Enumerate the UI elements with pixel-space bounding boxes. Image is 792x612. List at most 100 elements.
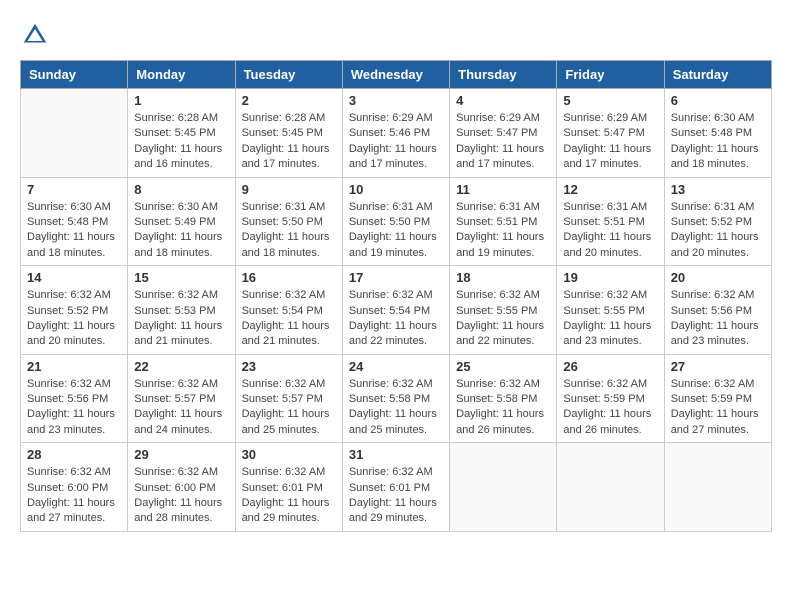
calendar-cell: 12 Sunrise: 6:31 AMSunset: 5:51 PMDayligh… (557, 177, 664, 266)
calendar-cell: 31 Sunrise: 6:32 AMSunset: 6:01 PMDayligh… (342, 443, 449, 532)
calendar-header-thursday: Thursday (450, 61, 557, 89)
calendar-cell: 27Sunrise: 6:32 AMSunset: 5:59 PMDayligh… (664, 354, 771, 443)
day-number: 25 (456, 359, 550, 374)
day-number: 20 (671, 270, 765, 285)
day-number: 4 (456, 93, 550, 108)
calendar-header-monday: Monday (128, 61, 235, 89)
calendar-cell (664, 443, 771, 532)
calendar-cell: 23 Sunrise: 6:32 AMSunset: 5:57 PMDayligh… (235, 354, 342, 443)
day-info: Sunrise: 6:29 AMSunset: 5:47 PMDaylight:… (456, 111, 550, 173)
day-info: Sunrise: 6:32 AMSunset: 6:01 PMDaylight:… (242, 465, 336, 527)
day-number: 11 (456, 182, 550, 197)
day-info: Sunrise: 6:30 AMSunset: 5:48 PMDaylight:… (671, 111, 765, 173)
day-info: Sunrise: 6:31 AMSunset: 5:52 PMDaylight:… (671, 200, 765, 262)
day-number: 5 (563, 93, 657, 108)
day-number: 1 (134, 93, 228, 108)
day-info: Sunrise: 6:32 AMSunset: 5:56 PMDaylight:… (27, 377, 121, 439)
day-info: Sunrise: 6:31 AMSunset: 5:50 PMDaylight:… (349, 200, 443, 262)
day-info: Sunrise: 6:32 AMSunset: 5:57 PMDaylight:… (242, 377, 336, 439)
day-info: Sunrise: 6:32 AMSunset: 5:54 PMDaylight:… (242, 288, 336, 350)
calendar-cell: 20Sunrise: 6:32 AMSunset: 5:56 PMDayligh… (664, 266, 771, 355)
day-number: 8 (134, 182, 228, 197)
calendar-cell: 25 Sunrise: 6:32 AMSunset: 5:58 PMDayligh… (450, 354, 557, 443)
day-info: Sunrise: 6:32 AMSunset: 6:01 PMDaylight:… (349, 465, 443, 527)
day-info: Sunrise: 6:31 AMSunset: 5:51 PMDaylight:… (563, 200, 657, 262)
day-number: 2 (242, 93, 336, 108)
calendar-cell: 30 Sunrise: 6:32 AMSunset: 6:01 PMDayligh… (235, 443, 342, 532)
calendar-cell: 15Sunrise: 6:32 AMSunset: 5:53 PMDayligh… (128, 266, 235, 355)
calendar-cell: 22Sunrise: 6:32 AMSunset: 5:57 PMDayligh… (128, 354, 235, 443)
calendar-cell: 3 Sunrise: 6:29 AMSunset: 5:46 PMDaylight… (342, 89, 449, 178)
day-number: 26 (563, 359, 657, 374)
day-number: 12 (563, 182, 657, 197)
calendar-cell: 29 Sunrise: 6:32 AMSunset: 6:00 PMDayligh… (128, 443, 235, 532)
calendar-cell: 4 Sunrise: 6:29 AMSunset: 5:47 PMDaylight… (450, 89, 557, 178)
day-number: 7 (27, 182, 121, 197)
calendar-cell: 19 Sunrise: 6:32 AMSunset: 5:55 PMDayligh… (557, 266, 664, 355)
calendar-cell (557, 443, 664, 532)
calendar-cell: 13 Sunrise: 6:31 AMSunset: 5:52 PMDayligh… (664, 177, 771, 266)
day-info: Sunrise: 6:31 AMSunset: 5:51 PMDaylight:… (456, 200, 550, 262)
calendar-cell: 11 Sunrise: 6:31 AMSunset: 5:51 PMDayligh… (450, 177, 557, 266)
calendar-header-row: SundayMondayTuesdayWednesdayThursdayFrid… (21, 61, 772, 89)
day-info: Sunrise: 6:32 AMSunset: 5:54 PMDaylight:… (349, 288, 443, 350)
calendar-week-row-0: 1Sunrise: 6:28 AMSunset: 5:45 PMDaylight… (21, 89, 772, 178)
calendar-header-tuesday: Tuesday (235, 61, 342, 89)
calendar-cell: 18 Sunrise: 6:32 AMSunset: 5:55 PMDayligh… (450, 266, 557, 355)
calendar-cell: 16 Sunrise: 6:32 AMSunset: 5:54 PMDayligh… (235, 266, 342, 355)
day-number: 31 (349, 447, 443, 462)
day-number: 13 (671, 182, 765, 197)
calendar-header-sunday: Sunday (21, 61, 128, 89)
calendar-cell: 21 Sunrise: 6:32 AMSunset: 5:56 PMDayligh… (21, 354, 128, 443)
calendar-cell (450, 443, 557, 532)
day-info: Sunrise: 6:32 AMSunset: 5:55 PMDaylight:… (456, 288, 550, 350)
calendar-cell (21, 89, 128, 178)
day-info: Sunrise: 6:32 AMSunset: 5:59 PMDaylight:… (671, 377, 765, 439)
day-number: 6 (671, 93, 765, 108)
calendar-cell: 24Sunrise: 6:32 AMSunset: 5:58 PMDayligh… (342, 354, 449, 443)
day-number: 21 (27, 359, 121, 374)
day-info: Sunrise: 6:32 AMSunset: 5:59 PMDaylight:… (563, 377, 657, 439)
day-number: 9 (242, 182, 336, 197)
day-info: Sunrise: 6:29 AMSunset: 5:46 PMDaylight:… (349, 111, 443, 173)
day-number: 10 (349, 182, 443, 197)
day-info: Sunrise: 6:32 AMSunset: 5:58 PMDaylight:… (456, 377, 550, 439)
day-info: Sunrise: 6:32 AMSunset: 5:57 PMDaylight:… (134, 377, 228, 439)
day-number: 29 (134, 447, 228, 462)
calendar-cell: 26 Sunrise: 6:32 AMSunset: 5:59 PMDayligh… (557, 354, 664, 443)
calendar-cell: 8 Sunrise: 6:30 AMSunset: 5:49 PMDaylight… (128, 177, 235, 266)
calendar-week-row-4: 28 Sunrise: 6:32 AMSunset: 6:00 PMDayligh… (21, 443, 772, 532)
day-number: 30 (242, 447, 336, 462)
day-info: Sunrise: 6:32 AMSunset: 6:00 PMDaylight:… (27, 465, 121, 527)
day-info: Sunrise: 6:32 AMSunset: 5:52 PMDaylight:… (27, 288, 121, 350)
calendar-cell: 9Sunrise: 6:31 AMSunset: 5:50 PMDaylight… (235, 177, 342, 266)
day-info: Sunrise: 6:32 AMSunset: 5:55 PMDaylight:… (563, 288, 657, 350)
day-info: Sunrise: 6:30 AMSunset: 5:49 PMDaylight:… (134, 200, 228, 262)
calendar-cell: 17Sunrise: 6:32 AMSunset: 5:54 PMDayligh… (342, 266, 449, 355)
calendar-cell: 5 Sunrise: 6:29 AMSunset: 5:47 PMDaylight… (557, 89, 664, 178)
day-number: 3 (349, 93, 443, 108)
day-number: 14 (27, 270, 121, 285)
calendar-header-friday: Friday (557, 61, 664, 89)
day-number: 18 (456, 270, 550, 285)
day-number: 28 (27, 447, 121, 462)
day-info: Sunrise: 6:30 AMSunset: 5:48 PMDaylight:… (27, 200, 121, 262)
logo (20, 20, 54, 50)
day-info: Sunrise: 6:32 AMSunset: 6:00 PMDaylight:… (134, 465, 228, 527)
calendar-cell: 1Sunrise: 6:28 AMSunset: 5:45 PMDaylight… (128, 89, 235, 178)
calendar-week-row-3: 21 Sunrise: 6:32 AMSunset: 5:56 PMDayligh… (21, 354, 772, 443)
calendar-cell: 7 Sunrise: 6:30 AMSunset: 5:48 PMDaylight… (21, 177, 128, 266)
day-info: Sunrise: 6:29 AMSunset: 5:47 PMDaylight:… (563, 111, 657, 173)
day-number: 16 (242, 270, 336, 285)
calendar-cell: 14 Sunrise: 6:32 AMSunset: 5:52 PMDayligh… (21, 266, 128, 355)
day-number: 19 (563, 270, 657, 285)
day-number: 15 (134, 270, 228, 285)
day-number: 23 (242, 359, 336, 374)
calendar-cell: 6 Sunrise: 6:30 AMSunset: 5:48 PMDaylight… (664, 89, 771, 178)
calendar-cell: 10 Sunrise: 6:31 AMSunset: 5:50 PMDayligh… (342, 177, 449, 266)
calendar-header-wednesday: Wednesday (342, 61, 449, 89)
calendar-week-row-1: 7 Sunrise: 6:30 AMSunset: 5:48 PMDaylight… (21, 177, 772, 266)
logo-icon (20, 20, 50, 50)
calendar-week-row-2: 14 Sunrise: 6:32 AMSunset: 5:52 PMDayligh… (21, 266, 772, 355)
calendar-body: 1Sunrise: 6:28 AMSunset: 5:45 PMDaylight… (21, 89, 772, 532)
